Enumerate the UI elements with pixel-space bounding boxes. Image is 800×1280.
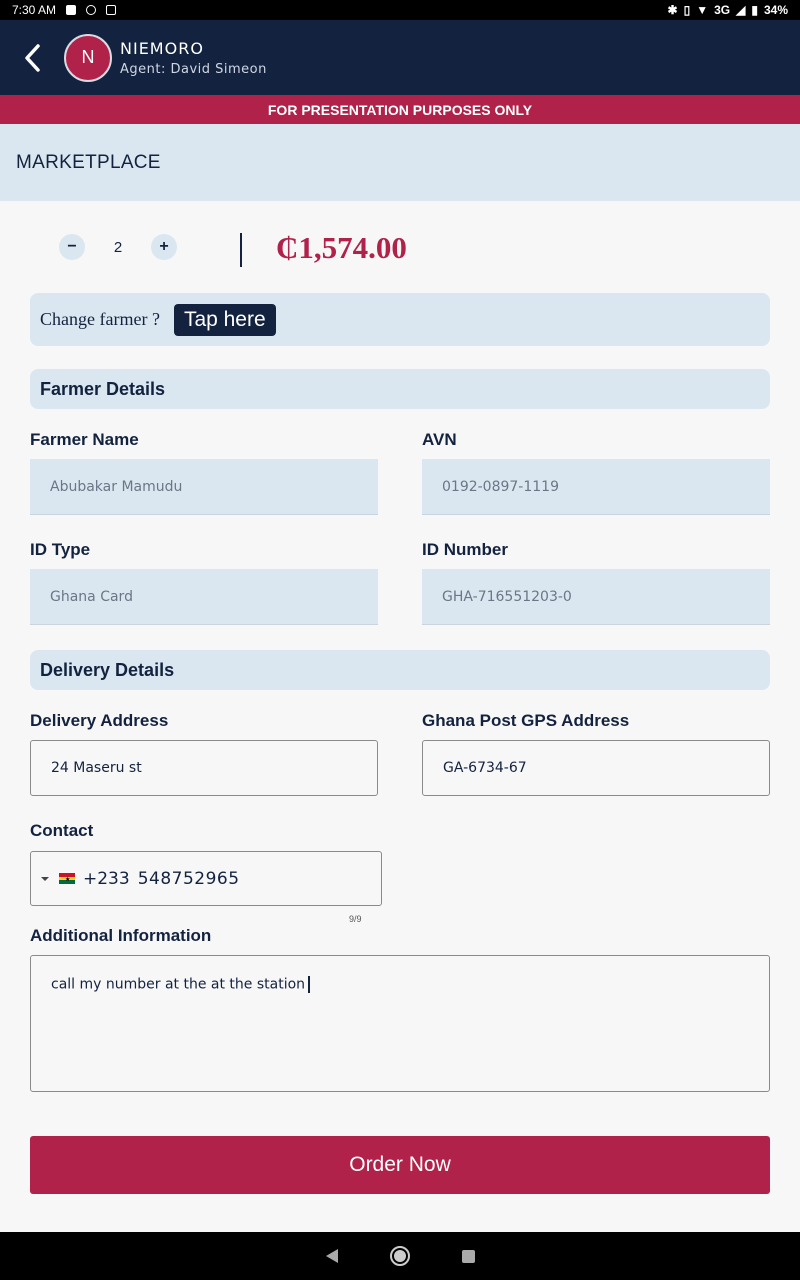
- bluetooth-icon: ✱: [667, 3, 678, 17]
- id-type-label: ID Type: [30, 540, 91, 559]
- id-type-field[interactable]: Ghana Card: [30, 569, 378, 625]
- vibrate-icon: ▯: [683, 3, 691, 17]
- phone-number: 548752965: [137, 868, 240, 889]
- nav-home-icon[interactable]: [389, 1246, 410, 1266]
- id-number-field[interactable]: GHA-716551203-0: [422, 569, 770, 625]
- quantity-stepper: − 2 + ₵1,574.00: [59, 230, 407, 267]
- decrease-quantity-button[interactable]: −: [59, 234, 85, 260]
- nav-recents-icon[interactable]: [461, 1249, 475, 1263]
- back-arrow-icon: [25, 43, 40, 72]
- network-type: 3G: [714, 3, 731, 17]
- gallery-icon: [66, 5, 77, 15]
- avatar: N: [64, 33, 112, 82]
- farmer-name-field[interactable]: Abubakar Mamudu: [30, 459, 378, 515]
- delivery-address-label: Delivery Address: [30, 711, 169, 730]
- quantity-value: 2: [113, 238, 123, 256]
- country-dropdown-icon[interactable]: [41, 876, 49, 881]
- farmer-details-header: Farmer Details: [30, 369, 770, 409]
- gps-address-label: Ghana Post GPS Address: [422, 711, 630, 730]
- agent-name: Agent: David Simeon: [120, 61, 267, 77]
- nav-back-icon[interactable]: [325, 1249, 338, 1263]
- phone-char-counter: 9/9: [349, 914, 362, 924]
- battery-level: 34%: [763, 3, 788, 17]
- additional-info-label: Additional Information: [30, 926, 212, 945]
- avn-field[interactable]: 0192-0897-1119: [422, 459, 770, 515]
- presentation-banner: FOR PRESENTATION PURPOSES ONLY: [0, 95, 800, 124]
- ghana-flag-icon: ★: [59, 873, 75, 885]
- id-number-label: ID Number: [422, 540, 508, 559]
- tap-here-button[interactable]: Tap here: [173, 303, 276, 336]
- gps-address-input[interactable]: GA-6734-67: [422, 740, 770, 796]
- delivery-address-input[interactable]: 24 Maseru st: [30, 740, 378, 796]
- app-header: N NIEMORO Agent: David Simeon: [0, 20, 800, 95]
- signal-icon: ◢: [736, 3, 746, 17]
- change-farmer-bar: Change farmer ? Tap here: [30, 293, 770, 346]
- status-bar: 7:30 AM ✱ ▯ ▼ 3G ◢ ▮ 34%: [0, 0, 800, 20]
- divider: [240, 233, 242, 267]
- dial-code: +233: [83, 868, 130, 889]
- increase-quantity-button[interactable]: +: [151, 234, 177, 260]
- avn-label: AVN: [422, 430, 457, 449]
- text-cursor: [308, 976, 311, 993]
- phone-input[interactable]: ★ +233 548752965: [30, 851, 382, 906]
- order-now-button[interactable]: Order Now: [30, 1136, 770, 1194]
- delivery-details-header: Delivery Details: [30, 650, 770, 690]
- additional-info-text: call my number at the at the station: [51, 976, 306, 993]
- sync-icon: [86, 5, 97, 15]
- business-name: NIEMORO: [120, 38, 204, 58]
- contact-label: Contact: [30, 821, 94, 840]
- page-title: MARKETPLACE: [0, 124, 800, 201]
- change-farmer-label: Change farmer ?: [40, 309, 160, 329]
- order-form: − 2 + ₵1,574.00 Change farmer ? Tap here…: [0, 201, 800, 1232]
- clock: 7:30 AM: [12, 3, 57, 17]
- additional-info-textarea[interactable]: call my number at the at the station: [30, 955, 770, 1092]
- back-button[interactable]: [0, 20, 64, 95]
- farmer-name-label: Farmer Name: [30, 430, 139, 449]
- total-price: ₵1,574.00: [276, 230, 407, 265]
- wifi-icon: ▼: [696, 3, 709, 17]
- screen-cast-icon: [106, 5, 117, 15]
- system-nav-bar: [0, 1232, 800, 1280]
- battery-icon: ▮: [751, 3, 758, 17]
